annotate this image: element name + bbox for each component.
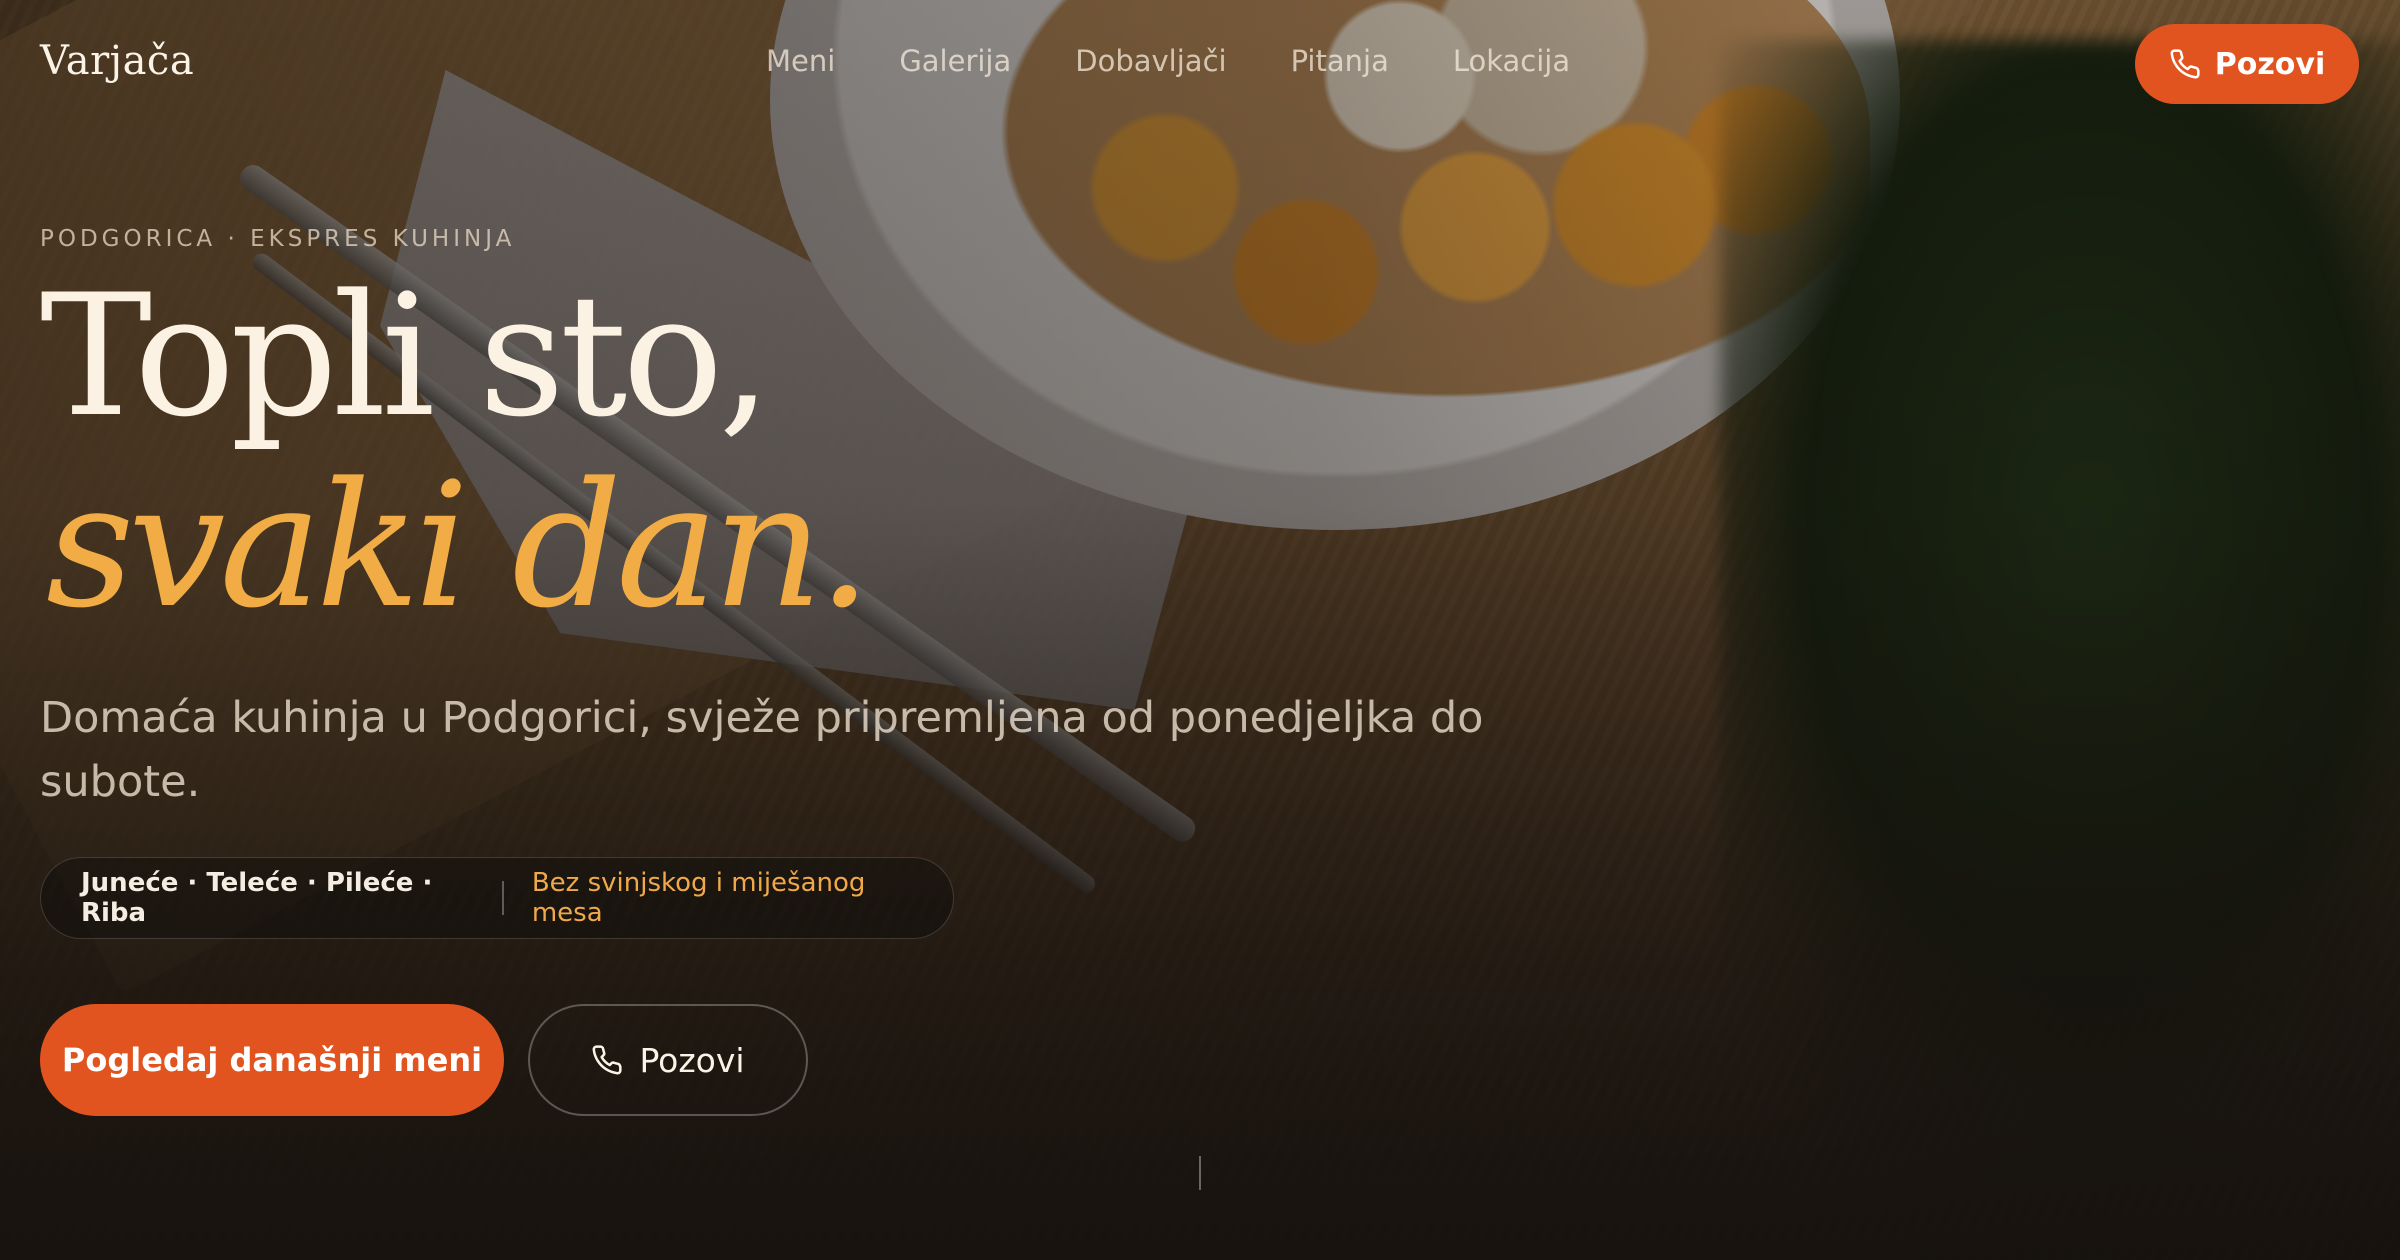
phone-icon bbox=[592, 1045, 623, 1075]
hero-title-line2: svaki dan. bbox=[46, 445, 872, 646]
header-call-button[interactable]: Pozovi bbox=[2135, 24, 2359, 104]
hero-title-line1: Topli sto, bbox=[40, 258, 772, 454]
nav-item-meni[interactable]: Meni bbox=[766, 44, 835, 78]
nav-item-pitanja[interactable]: Pitanja bbox=[1291, 44, 1389, 78]
hero-call-button[interactable]: Pozovi bbox=[528, 1004, 808, 1116]
hero-call-label: Pozovi bbox=[639, 1040, 745, 1080]
main-nav: Meni Galerija Dobavljači Pitanja Lokacij… bbox=[766, 44, 1570, 78]
meat-info-pill: Juneće · Teleće · Pileće · Riba Bez svin… bbox=[40, 857, 954, 939]
header-call-label: Pozovi bbox=[2214, 46, 2326, 82]
hero-lead: Domaća kuhinja u Podgorici, svježe pripr… bbox=[40, 693, 1484, 807]
view-menu-button[interactable]: Pogledaj današnji meni bbox=[40, 1004, 504, 1116]
hero-eyebrow: PODGORICA · EKSPRES KUHINJA bbox=[40, 226, 516, 252]
nav-item-dobavljaci[interactable]: Dobavljači bbox=[1075, 44, 1226, 78]
divider bbox=[502, 881, 504, 915]
scroll-indicator bbox=[1199, 1156, 1201, 1190]
nav-item-galerija[interactable]: Galerija bbox=[899, 44, 1011, 78]
meat-note: Bez svinjskog i miješanog mesa bbox=[531, 868, 866, 928]
phone-icon bbox=[2170, 49, 2200, 79]
logo[interactable]: Varjača bbox=[40, 38, 194, 84]
nav-item-lokacija[interactable]: Lokacija bbox=[1453, 44, 1570, 78]
meat-types: Juneće · Teleće · Pileće · Riba bbox=[81, 868, 433, 928]
